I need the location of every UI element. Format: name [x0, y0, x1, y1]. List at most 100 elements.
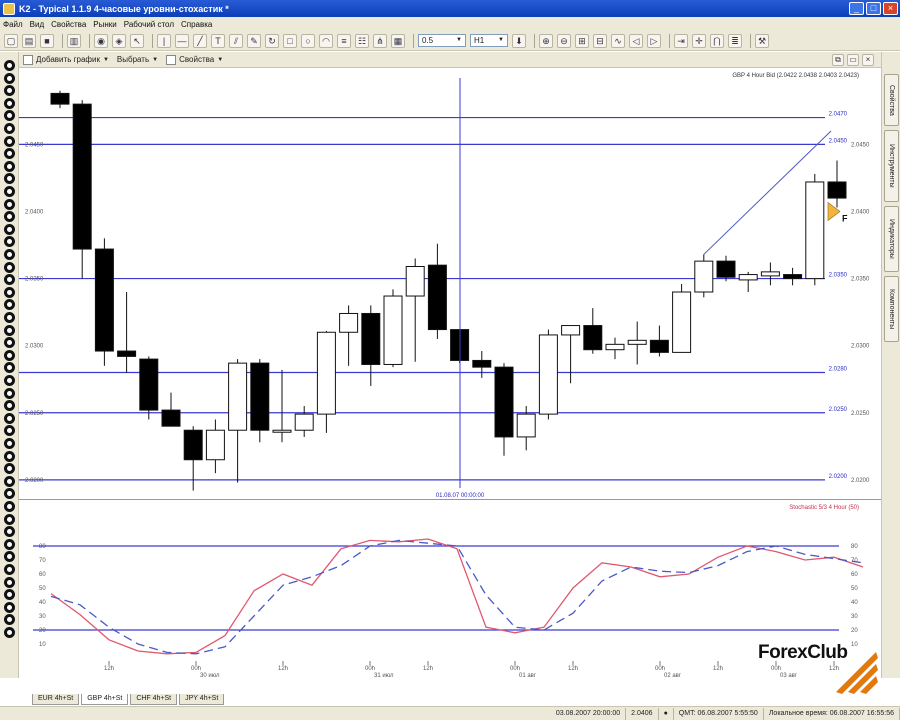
marker-dot-icon[interactable] — [4, 123, 15, 134]
marker-dot-icon[interactable] — [4, 85, 15, 97]
marker-dot-icon[interactable] — [4, 627, 15, 638]
rectangle-icon[interactable]: □ — [283, 33, 297, 48]
marker-dot-icon[interactable] — [4, 299, 15, 311]
marker-dot-icon[interactable] — [4, 236, 15, 248]
cycle-icon[interactable]: ↻ — [265, 33, 279, 48]
candle[interactable] — [494, 363, 514, 456]
candle[interactable] — [672, 283, 692, 353]
orders-icon[interactable]: ◉ — [94, 33, 108, 48]
add-chart-button[interactable]: Добавить график ▼ — [23, 54, 109, 65]
chart-line-icon[interactable]: ∿ — [611, 33, 625, 48]
maximize-button[interactable]: □ — [866, 2, 881, 15]
fibonacci-icon[interactable]: ≡ — [337, 33, 351, 48]
candle[interactable] — [605, 337, 625, 360]
candle[interactable] — [228, 359, 248, 483]
candle[interactable] — [383, 289, 403, 368]
marker-dot-icon[interactable] — [4, 412, 15, 424]
marker-dot-icon[interactable] — [4, 72, 15, 84]
candle[interactable] — [161, 392, 181, 427]
pencil-icon[interactable]: ✎ — [247, 33, 261, 48]
candle[interactable] — [316, 330, 336, 433]
menu-markets[interactable]: Рынки — [93, 20, 116, 29]
tab-indicators[interactable]: Индикаторы — [884, 206, 899, 272]
scroll-left-icon[interactable]: ◁ — [629, 33, 643, 48]
marker-dot-icon[interactable] — [4, 475, 15, 487]
candle[interactable] — [738, 271, 758, 292]
tab-gbp[interactable]: GBP 4h+St — [81, 694, 129, 705]
minimize-button[interactable]: _ — [849, 2, 864, 15]
marker-dot-icon[interactable] — [4, 60, 15, 71]
crosshair-icon[interactable]: ✛ — [692, 33, 706, 48]
stochastic-chart[interactable]: Stochastic 5/3 4 Hour (50) 80 8070 7060 605… — [19, 501, 881, 677]
marker-dot-icon[interactable] — [4, 501, 15, 512]
vertical-line-icon[interactable]: | — [157, 33, 171, 48]
candle[interactable] — [472, 351, 492, 378]
candle[interactable] — [805, 173, 825, 286]
candle[interactable] — [139, 356, 159, 420]
candle[interactable] — [294, 406, 314, 437]
close-button[interactable]: × — [883, 2, 898, 15]
marker-dot-icon[interactable] — [4, 362, 15, 374]
price-chart[interactable]: GBP 4 Hour Bid (2.0422 2.0438 2.0403 2.0… — [19, 68, 881, 500]
marker-dot-icon[interactable] — [4, 538, 15, 550]
tab-components[interactable]: Компоненты — [884, 276, 899, 342]
marker-dot-icon[interactable] — [4, 551, 15, 563]
candle[interactable] — [561, 325, 581, 384]
candle[interactable] — [205, 419, 225, 474]
cursor-icon[interactable]: ↖ — [130, 33, 144, 48]
candle[interactable] — [716, 255, 736, 282]
ellipse-icon[interactable]: ○ — [301, 33, 315, 48]
marker-dot-icon[interactable] — [4, 110, 15, 122]
marker-dot-icon[interactable] — [4, 526, 15, 538]
candle[interactable] — [760, 262, 780, 286]
grid-icon[interactable]: ▦ — [391, 33, 405, 48]
candle[interactable] — [538, 329, 558, 420]
candle[interactable] — [94, 238, 114, 366]
candle[interactable] — [250, 359, 270, 443]
tab-eur[interactable]: EUR 4h+St — [32, 694, 80, 705]
text-tool-icon[interactable]: T — [211, 33, 225, 48]
marker-dot-icon[interactable] — [4, 337, 15, 349]
menu-properties[interactable]: Свойства — [51, 20, 86, 29]
undock-icon[interactable]: ⧉ — [832, 54, 844, 66]
autoscroll-icon[interactable]: ⇥ — [674, 33, 688, 48]
andrews-icon[interactable]: ⋔ — [373, 33, 387, 48]
channel-icon[interactable]: ⫽ — [229, 33, 243, 48]
marker-dot-icon[interactable] — [4, 589, 15, 601]
marker-dot-icon[interactable] — [4, 312, 15, 323]
positions-icon[interactable]: ◈ — [112, 33, 126, 48]
candle[interactable] — [427, 243, 447, 339]
stochastic-k-line[interactable] — [50, 538, 864, 655]
stochastic-d-line[interactable] — [50, 539, 864, 655]
marker-dot-icon[interactable] — [4, 438, 15, 449]
horizontal-line-icon[interactable]: — — [175, 33, 189, 48]
candle[interactable] — [117, 292, 137, 373]
candle[interactable] — [627, 321, 647, 365]
timeframe-select[interactable]: H1 ▼ — [470, 34, 508, 47]
candle[interactable] — [272, 369, 292, 443]
menu-view[interactable]: Вид — [30, 20, 44, 29]
marker-dot-icon[interactable] — [4, 601, 15, 613]
restore-icon[interactable]: ▭ — [847, 54, 859, 66]
candle[interactable] — [405, 258, 425, 362]
marker-dot-icon[interactable] — [4, 349, 15, 361]
marker-dot-icon[interactable] — [4, 375, 15, 386]
menu-desktop[interactable]: Рабочий стол — [124, 20, 174, 29]
marker-dot-icon[interactable] — [4, 148, 15, 160]
candle[interactable] — [72, 100, 92, 279]
marker-dot-icon[interactable] — [4, 324, 15, 336]
down-arrow-icon[interactable]: ⬇ — [512, 33, 526, 48]
marker-dot-icon[interactable] — [4, 488, 15, 500]
open-icon[interactable]: ▤ — [22, 33, 36, 48]
tab-chf[interactable]: CHF 4h+St — [130, 694, 178, 705]
marker-dot-icon[interactable] — [4, 286, 15, 298]
layers-icon[interactable]: ≣ — [728, 33, 742, 48]
candle[interactable] — [827, 160, 847, 208]
marker-dot-icon[interactable] — [4, 274, 15, 286]
gann-icon[interactable]: ☷ — [355, 33, 369, 48]
marker-dot-icon[interactable] — [4, 198, 15, 210]
chart-properties-button[interactable]: Свойства ▼ — [166, 54, 223, 65]
marker-dot-icon[interactable] — [4, 135, 15, 147]
candle[interactable] — [50, 90, 70, 109]
marker-dot-icon[interactable] — [4, 173, 15, 185]
